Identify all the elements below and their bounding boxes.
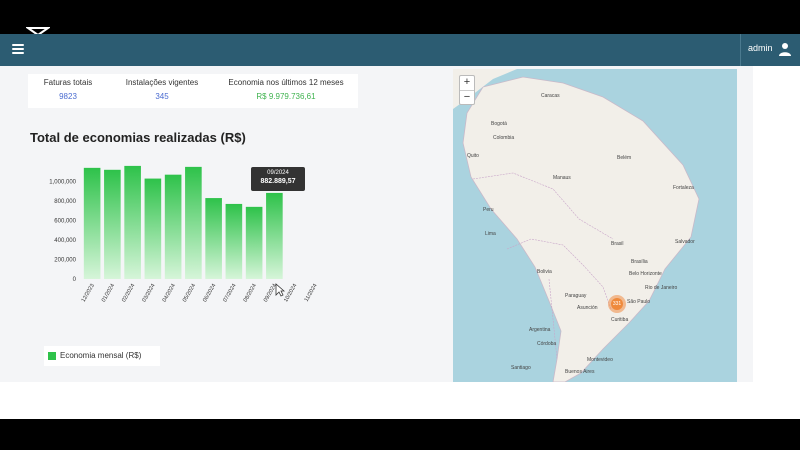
x-tick-label: 08/2024	[243, 283, 258, 303]
y-tick-label: 1,000,000	[49, 180, 76, 186]
x-tick-label: 02/2024	[121, 283, 136, 303]
zoom-in-button[interactable]: +	[460, 76, 474, 91]
x-tick-label: 01/2024	[101, 283, 116, 303]
hamburger-menu-icon[interactable]	[12, 44, 24, 54]
chart-bar[interactable]	[164, 174, 182, 279]
map-place-label: Asunción	[577, 305, 598, 311]
stat-active-installations: Instalações vigentes 345	[118, 78, 206, 101]
x-tick-label: 07/2024	[222, 283, 237, 303]
y-tick-label: 200,000	[54, 258, 76, 264]
stat-value: 345	[155, 92, 169, 101]
map-place-label: Bolivia	[537, 269, 552, 275]
chart-bar[interactable]	[185, 166, 202, 279]
x-tick-label: 04/2024	[162, 283, 177, 303]
navbar-divider	[740, 34, 741, 66]
y-tick-label: 600,000	[54, 219, 76, 225]
map-place-label: Colombia	[493, 135, 515, 141]
chart-bar[interactable]	[245, 206, 263, 279]
chart-bar[interactable]	[144, 178, 162, 279]
map-place-label: Manaus	[553, 175, 571, 181]
legend-swatch	[48, 352, 56, 360]
map-place-label: Belo Horizonte	[629, 271, 662, 277]
stat-label: Economia nos últimos 12 meses	[228, 78, 344, 87]
map-place-label: Montevideo	[587, 357, 613, 363]
x-tick-label: 06/2024	[202, 283, 217, 303]
user-icon[interactable]	[779, 42, 791, 56]
x-tick-label: 11/2024	[304, 283, 319, 303]
chart-bar[interactable]	[124, 165, 141, 279]
tooltip-value: 882.889,57	[260, 178, 296, 185]
y-tick-label: 0	[73, 277, 77, 283]
map-place-label: Quito	[467, 153, 479, 159]
map-place-label: São Paulo	[627, 299, 651, 305]
chart-bar[interactable]	[83, 167, 101, 279]
map-place-label: Rio de Janeiro	[645, 285, 678, 291]
user-name[interactable]: admin	[748, 43, 773, 53]
map-place-label: Brasil	[611, 241, 624, 247]
map-place-label: Salvador	[675, 239, 695, 245]
zoom-out-button[interactable]: −	[460, 91, 474, 105]
x-tick-label: 12/2023	[81, 283, 96, 303]
chart-bar[interactable]	[266, 192, 283, 279]
map-place-label: Argentina	[529, 327, 551, 333]
dashboard-content: Faturas totais 9823 Instalações vigentes…	[0, 66, 800, 382]
south-america-landmass	[453, 69, 700, 382]
map-zoom-control: + −	[459, 75, 475, 105]
y-tick-label: 800,000	[54, 199, 76, 205]
map-place-label: Paraguay	[565, 293, 587, 299]
chart-tooltip: 09/2024 882.889,57	[251, 167, 305, 191]
stat-label: Instalações vigentes	[125, 78, 199, 87]
stat-label: Faturas totais	[43, 78, 93, 87]
page-footer-area	[0, 382, 800, 419]
map-place-label: Brasília	[631, 259, 648, 265]
map-place-label: Lima	[485, 231, 496, 237]
stat-value: 9823	[59, 92, 77, 101]
cluster-count: 331	[611, 298, 623, 310]
chart-bar[interactable]	[104, 169, 121, 279]
video-letterbox-bottom	[0, 419, 800, 450]
map-cluster-marker[interactable]: 331	[608, 295, 626, 313]
map-place-label: Santiago	[511, 365, 531, 371]
map-place-label: Córdoba	[537, 341, 557, 347]
chart-title: Total de economias realizadas (R$)	[30, 130, 246, 145]
map-place-label: Buenos Aires	[565, 369, 595, 375]
map-place-label: Belém	[617, 155, 632, 161]
map-place-label: Fortaleza	[673, 185, 694, 191]
stat-value: R$ 9.979.736,61	[256, 92, 316, 101]
map-panel[interactable]: + − Caracas Bogotá Quito Manaus Belém Fo…	[453, 69, 737, 382]
map-place-label: Bogotá	[491, 121, 507, 127]
chart-bar[interactable]	[205, 198, 222, 279]
y-tick-label: 400,000	[54, 238, 76, 244]
stats-card: Faturas totais 9823 Instalações vigentes…	[28, 74, 358, 108]
tooltip-date: 09/2024	[267, 170, 289, 176]
x-tick-label: 03/2024	[141, 283, 156, 303]
top-navbar: admin	[0, 34, 800, 66]
chart-legend[interactable]: Economia mensal (R$)	[44, 346, 160, 366]
map-place-label: Peru	[483, 207, 494, 213]
stat-savings-12-months: Economia nos últimos 12 meses R$ 9.979.7…	[224, 78, 348, 101]
map-place-label: Caracas	[541, 93, 560, 99]
map-place-label: Curitiba	[611, 317, 629, 323]
chart-bar[interactable]	[225, 203, 243, 279]
x-tick-label: 10/2024	[283, 283, 298, 303]
video-letterbox-top	[0, 0, 800, 43]
stat-total-invoices: Faturas totais 9823	[38, 78, 98, 101]
right-side-panel	[753, 66, 800, 382]
mouse-cursor-icon	[275, 283, 285, 297]
x-tick-label: 05/2024	[182, 283, 197, 303]
legend-label: Economia mensal (R$)	[60, 351, 142, 360]
